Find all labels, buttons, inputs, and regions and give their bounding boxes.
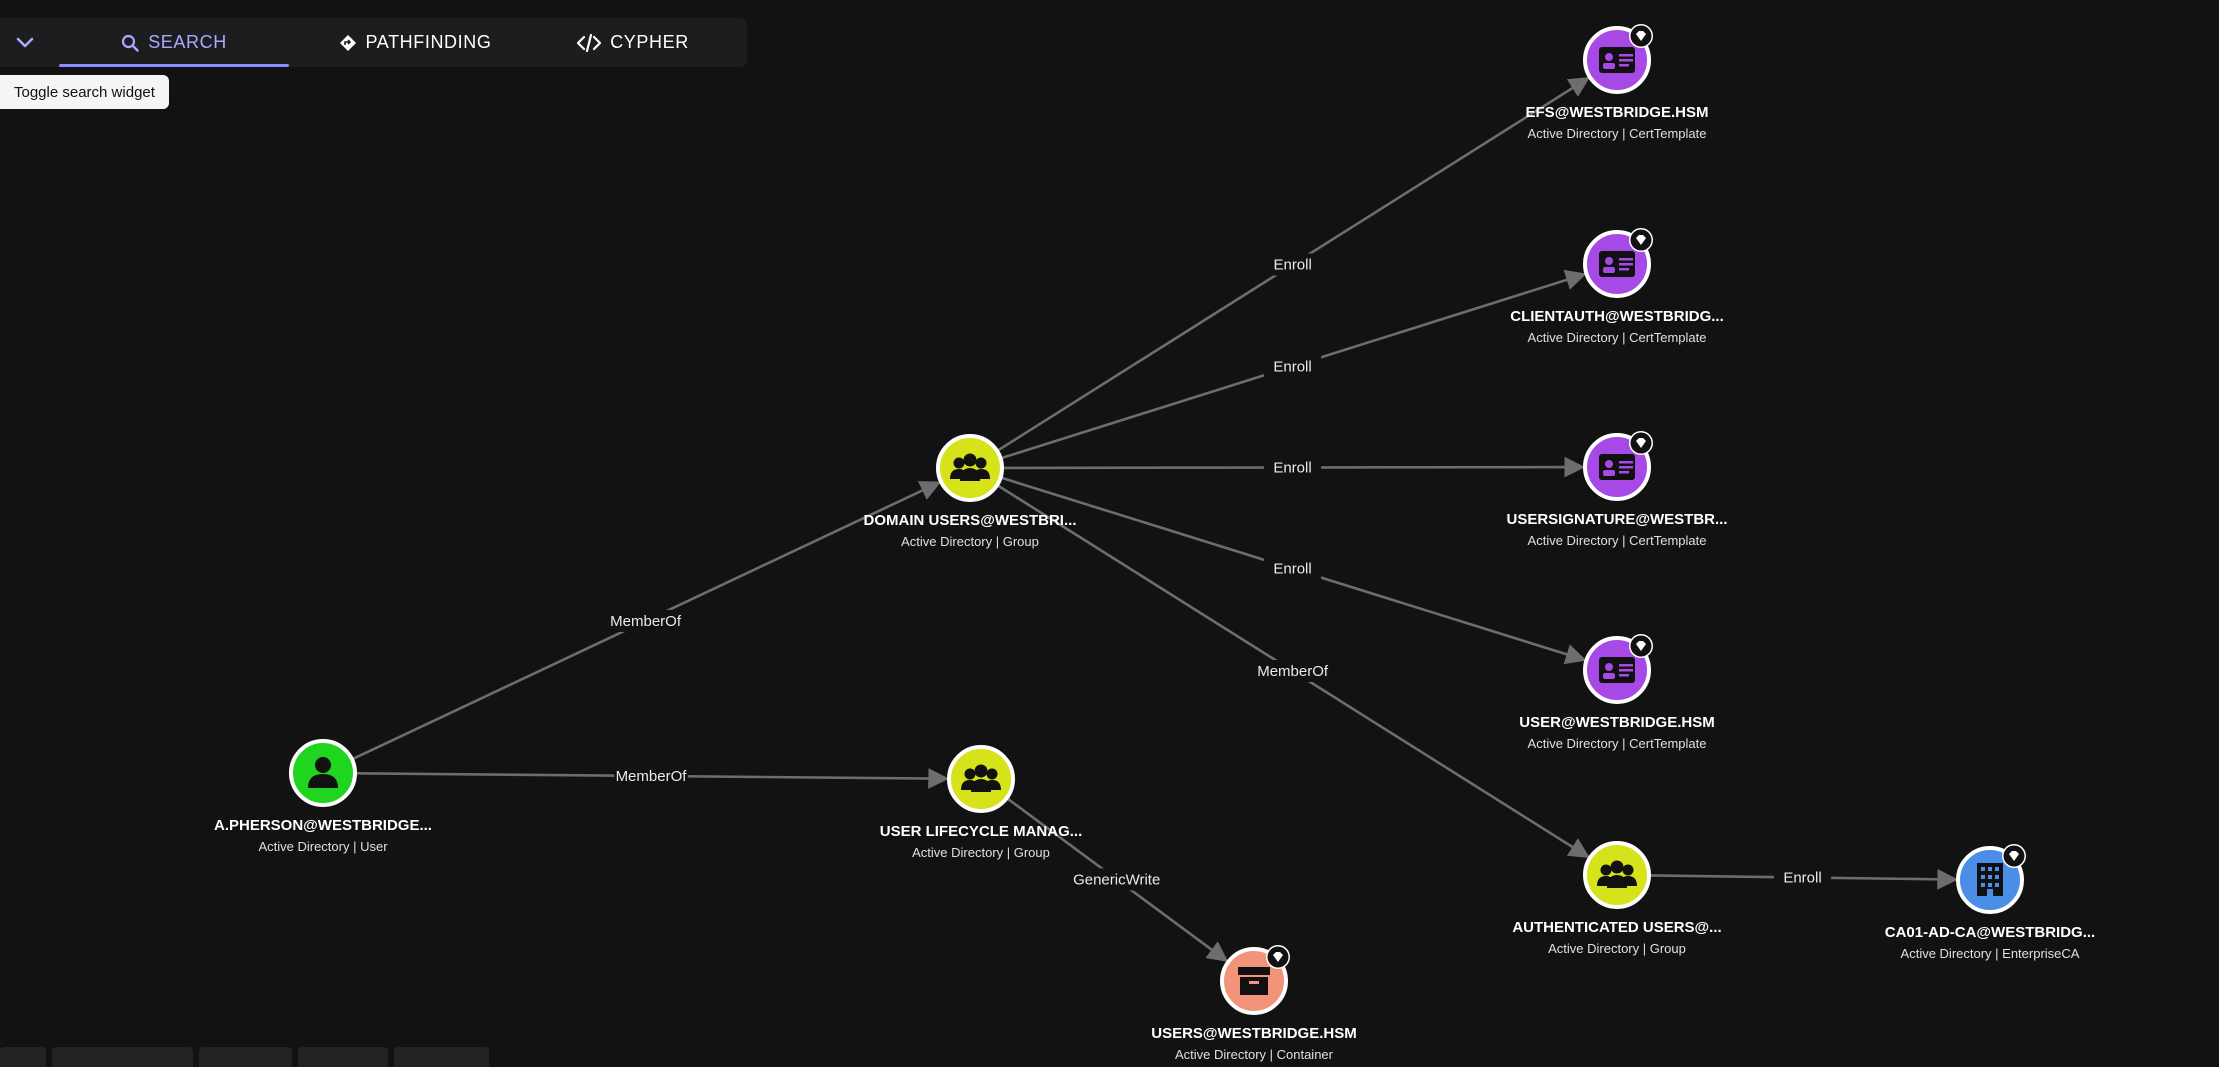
edge-label: Enroll bbox=[1273, 358, 1311, 375]
graph-node-users-container[interactable]: USERS@WESTBRIDGE.HSM Active Directory | C… bbox=[1151, 945, 1357, 1062]
tier-zero-gem-icon bbox=[1266, 945, 1290, 969]
node-subtitle: Active Directory | EnterpriseCA bbox=[1901, 946, 2080, 961]
node-subtitle: Active Directory | Group bbox=[901, 534, 1039, 549]
bottom-toolbar-tab[interactable] bbox=[52, 1047, 193, 1067]
graph-edge[interactable]: MemberOf bbox=[996, 483, 1590, 859]
graph-canvas[interactable]: MemberOf MemberOf Enroll Enroll Enroll Enroll… bbox=[0, 0, 2219, 1064]
box-icon bbox=[1238, 967, 1270, 995]
search-icon bbox=[122, 34, 139, 52]
node-subtitle: Active Directory | Container bbox=[1175, 1047, 1334, 1062]
chevron-down-icon bbox=[16, 37, 34, 47]
graph-node-user[interactable]: A.PHERSON@WESTBRIDGE... Active Directory … bbox=[214, 739, 432, 854]
node-subtitle: Active Directory | CertTemplate bbox=[1528, 126, 1707, 141]
node-subtitle: Active Directory | CertTemplate bbox=[1528, 330, 1707, 345]
node-subtitle: Active Directory | Group bbox=[1548, 941, 1686, 956]
node-subtitle: Active Directory | CertTemplate bbox=[1528, 533, 1707, 548]
tab-cypher-label: CYPHER bbox=[610, 32, 689, 52]
graph-edge[interactable]: Enroll bbox=[996, 77, 1591, 453]
bottom-toolbar-tab[interactable] bbox=[394, 1047, 489, 1067]
tier-zero-gem-icon bbox=[1629, 634, 1653, 658]
bottom-toolbar-tab[interactable] bbox=[199, 1047, 292, 1067]
tab-pathfinding-label: PATHFINDING bbox=[365, 32, 492, 52]
graph-edge[interactable]: MemberOf bbox=[351, 481, 942, 761]
tab-pathfinding[interactable]: PATHFINDING bbox=[300, 18, 530, 67]
tab-search[interactable]: SEARCH bbox=[59, 18, 289, 67]
id-card-icon bbox=[1599, 47, 1635, 73]
toggle-search-widget-button[interactable] bbox=[0, 18, 50, 67]
bottom-toolbar-tab[interactable] bbox=[298, 1047, 388, 1067]
node-subtitle: Active Directory | Group bbox=[912, 845, 1050, 860]
toggle-search-tooltip: Toggle search widget bbox=[0, 75, 169, 109]
node-name: A.PHERSON@WESTBRIDGE... bbox=[214, 817, 432, 834]
graph-edge[interactable]: Enroll bbox=[1000, 269, 1587, 460]
graph-node-ulm[interactable]: USER LIFECYCLE MANAG... Active Directory … bbox=[880, 745, 1083, 860]
edge-label: MemberOf bbox=[610, 613, 682, 630]
edge-label: Enroll bbox=[1273, 561, 1311, 578]
edge-label: Enroll bbox=[1273, 460, 1311, 477]
edge-label: MemberOf bbox=[616, 768, 688, 785]
id-card-icon bbox=[1599, 251, 1635, 277]
graph-node-usersig[interactable]: USERSIGNATURE@WESTBR... Active Directory … bbox=[1506, 431, 1728, 548]
search-widget: SEARCH PATHFINDING CYPHER bbox=[0, 18, 747, 67]
bottom-toolbar-tab[interactable] bbox=[0, 1047, 46, 1067]
tier-zero-gem-icon bbox=[1629, 431, 1653, 455]
graph-edge[interactable]: MemberOf bbox=[354, 764, 950, 789]
node-name: USERS@WESTBRIDGE.HSM bbox=[1151, 1025, 1356, 1042]
tier-zero-gem-icon bbox=[1629, 228, 1653, 252]
node-subtitle: Active Directory | CertTemplate bbox=[1528, 736, 1707, 751]
edge-label: Enroll bbox=[1273, 257, 1311, 274]
graph-edge[interactable]: Enroll bbox=[1001, 456, 1586, 479]
graph-node-usertpl[interactable]: USER@WESTBRIDGE.HSM Active Directory | Ce… bbox=[1519, 634, 1715, 751]
node-name: CLIENTAUTH@WESTBRIDG... bbox=[1510, 308, 1724, 325]
diamond-directions-icon bbox=[339, 34, 356, 51]
tier-zero-gem-icon bbox=[2002, 844, 2026, 868]
edge-label: MemberOf bbox=[1257, 663, 1329, 680]
edge-label: Enroll bbox=[1783, 869, 1821, 886]
tab-search-label: SEARCH bbox=[148, 32, 227, 52]
graph-node-ca[interactable]: CA01-AD-CA@WESTBRIDG... Active Directory … bbox=[1885, 844, 2095, 961]
tier-zero-gem-icon bbox=[1629, 24, 1653, 48]
edge-label: GenericWrite bbox=[1073, 871, 1160, 888]
code-icon bbox=[577, 33, 602, 52]
node-name: EFS@WESTBRIDGE.HSM bbox=[1526, 104, 1709, 121]
node-name: USER LIFECYCLE MANAG... bbox=[880, 823, 1083, 840]
node-name: USERSIGNATURE@WESTBR... bbox=[1506, 511, 1727, 528]
node-name: DOMAIN USERS@WESTBRI... bbox=[864, 512, 1077, 529]
node-name: AUTHENTICATED USERS@... bbox=[1512, 919, 1721, 936]
graph-edge[interactable]: Enroll bbox=[1000, 476, 1587, 665]
tab-cypher[interactable]: CYPHER bbox=[518, 18, 748, 67]
node-subtitle: Active Directory | User bbox=[258, 839, 388, 854]
graph-node-efs[interactable]: EFS@WESTBRIDGE.HSM Active Directory | Cer… bbox=[1526, 24, 1709, 141]
graph-edge[interactable]: Enroll bbox=[1648, 866, 1959, 890]
graph-node-authusers[interactable]: AUTHENTICATED USERS@... Active Directory … bbox=[1512, 841, 1722, 956]
node-name: USER@WESTBRIDGE.HSM bbox=[1519, 714, 1714, 731]
node-name: CA01-AD-CA@WESTBRIDG... bbox=[1885, 924, 2095, 941]
building-icon bbox=[1977, 863, 2003, 896]
id-card-icon bbox=[1599, 454, 1635, 480]
id-card-icon bbox=[1599, 657, 1635, 683]
